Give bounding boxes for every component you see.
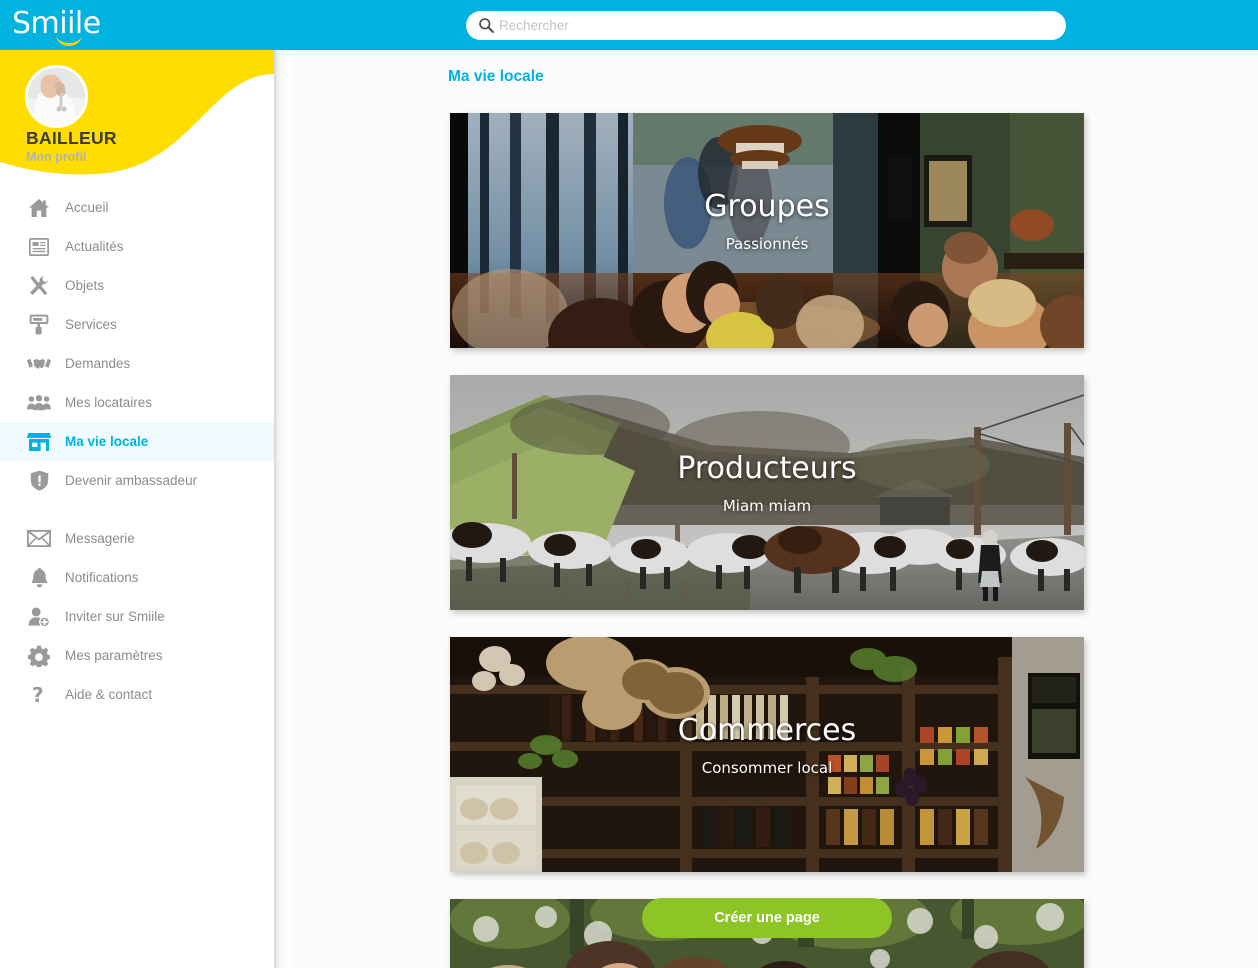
shield-icon [26,468,52,494]
sidebar-item-label: Notifications [65,570,139,585]
sidebar-item-label: Mes locataires [65,395,153,410]
sidebar-item-actualites[interactable]: Actualités [0,227,274,266]
sidebar: BAILLEUR Mon profil Accueil Actualités O… [0,50,274,968]
tools-icon [26,273,52,299]
sidebar-item-label: Demandes [65,356,131,371]
main-content: Ma vie locale Groupes Passionnés Product… [290,50,1258,968]
home-icon [26,195,52,221]
search-input[interactable] [497,17,1057,34]
card-list: Groupes Passionnés Producteurs Miam miam… [450,113,1084,968]
sidebar-shadow-edge [274,50,290,968]
top-bar: Smiile [0,0,1258,50]
sidebar-item-label: Actualités [65,239,124,254]
card-caption: Groupes Passionnés [450,189,1084,255]
profile-subtitle[interactable]: Mon profil [26,150,86,164]
people-group-icon [26,390,52,416]
card-groupes[interactable]: Groupes Passionnés [450,113,1084,348]
card-title: Producteurs [677,451,857,486]
sidebar-item-label: Aide & contact [65,687,153,702]
sidebar-item-label: Messagerie [65,531,135,546]
user-plus-icon [26,604,52,630]
paint-roller-icon [26,312,52,338]
sidebar-nav: Accueil Actualités Objets Services Deman… [0,188,274,714]
bell-icon [26,565,52,591]
card-caption: Producteurs Miam miam [450,451,1084,517]
sidebar-item-label: Objets [65,278,105,293]
sidebar-item-demandes[interactable]: Demandes [0,344,274,383]
sidebar-item-accueil[interactable]: Accueil [0,188,274,227]
sidebar-item-label: Services [65,317,117,332]
sidebar-item-messagerie[interactable]: Messagerie [0,519,274,558]
nav-divider-gap [0,500,274,519]
card-caption: Commerces Consommer local [450,713,1084,779]
card-title: Commerces [677,713,857,748]
create-page-button[interactable]: Créer une page [642,898,892,938]
card-producteurs[interactable]: Producteurs Miam miam [450,375,1084,610]
card-commerces[interactable]: Commerces Consommer local [450,637,1084,872]
gear-icon [26,643,52,669]
sidebar-item-aide-contact[interactable]: ? Aide & contact [0,675,274,714]
sidebar-item-label: Accueil [65,200,109,215]
shop-icon [26,429,52,455]
card-subtitle: Passionnés [725,235,809,253]
handshake-icon [26,351,52,377]
card-title: Groupes [704,189,830,224]
card-subtitle: Consommer local [701,759,833,777]
page-title: Ma vie locale [448,68,544,85]
sidebar-item-label: Inviter sur Smiile [65,609,165,624]
sidebar-item-mes-parametres[interactable]: Mes paramètres [0,636,274,675]
sidebar-item-services[interactable]: Services [0,305,274,344]
logo-smile-arc [56,35,82,46]
envelope-icon [26,526,52,552]
profile-name: BAILLEUR [26,128,117,148]
sidebar-item-label: Ma vie locale [65,434,149,449]
sidebar-item-devenir-ambassadeur[interactable]: Devenir ambassadeur [0,461,274,500]
search-icon [478,17,495,34]
sidebar-item-inviter[interactable]: Inviter sur Smiile [0,597,274,636]
avatar[interactable] [25,65,88,128]
smiile-logo[interactable]: Smiile [10,7,130,46]
search-bar[interactable] [466,11,1066,40]
question-mark-icon: ? [26,682,52,708]
card-subtitle: Miam miam [722,497,812,515]
sidebar-item-objets[interactable]: Objets [0,266,274,305]
svg-text:?: ? [32,684,44,705]
sidebar-item-mes-locataires[interactable]: Mes locataires [0,383,274,422]
sidebar-item-label: Devenir ambassadeur [65,473,198,488]
sidebar-item-label: Mes paramètres [65,648,163,663]
sidebar-item-notifications[interactable]: Notifications [0,558,274,597]
sidebar-item-ma-vie-locale[interactable]: Ma vie locale [0,422,274,461]
newspaper-icon [26,234,52,260]
